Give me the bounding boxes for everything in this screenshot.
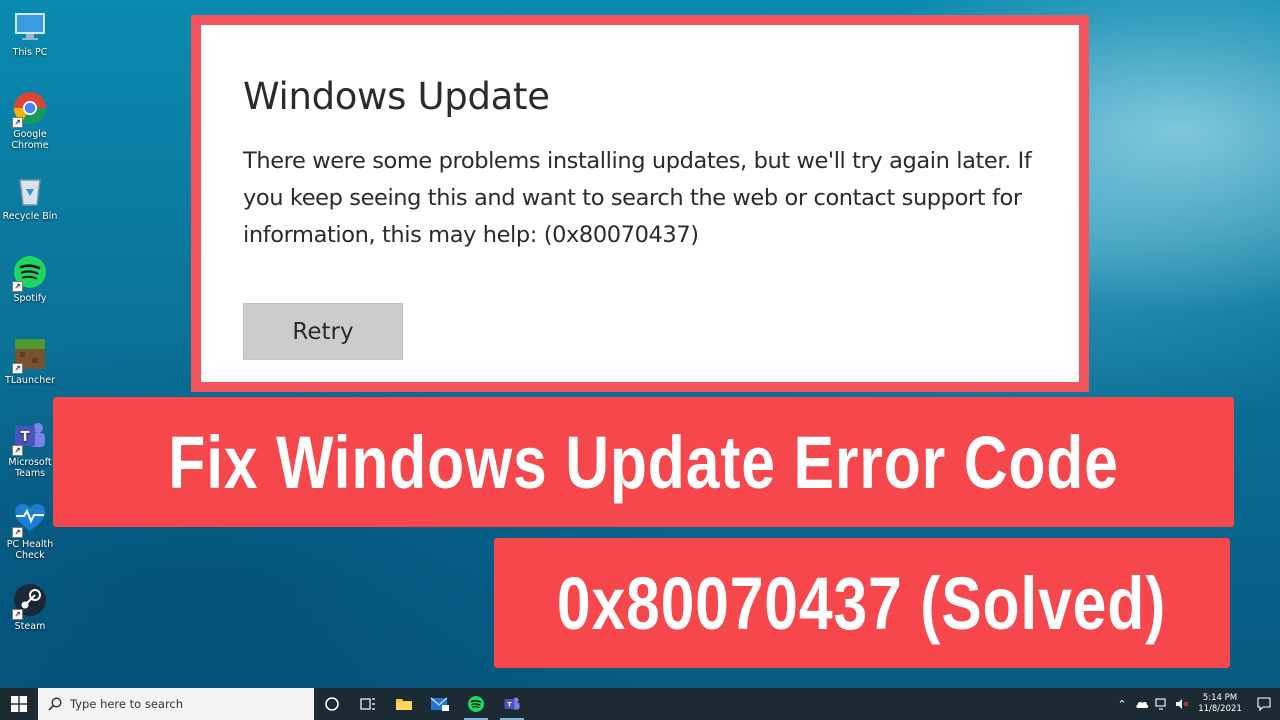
desktop-icon-teams[interactable]: T ↗ Microsoft Teams [0, 418, 60, 479]
show-hidden-icons-button[interactable]: ⌃ [1112, 688, 1132, 720]
desktop-icon-label: Recycle Bin [2, 211, 58, 222]
desktop-icon-pc-health-check[interactable]: ↗ PC Health Check [0, 500, 60, 561]
desktop-icon-label: This PC [12, 47, 48, 58]
desktop-icon-label: Steam [14, 621, 46, 632]
cortana-icon [325, 697, 339, 711]
shortcut-arrow-icon: ↗ [12, 445, 23, 456]
title-banner-text: 0x80070437 (Solved) [557, 561, 1167, 645]
taskbar-search-box[interactable]: Type here to search [38, 688, 314, 720]
cloud-icon [1136, 701, 1149, 708]
teams-icon: T ↗ [12, 418, 48, 456]
pc-health-check-icon: ↗ [12, 500, 48, 538]
desktop-icon-steam[interactable]: ↗ Steam [0, 582, 60, 632]
svg-text:T: T [507, 701, 512, 709]
desktop-icon-chrome[interactable]: ↗ Google Chrome [0, 90, 60, 151]
shortcut-arrow-icon: ↗ [12, 363, 23, 374]
taskbar: Type here to search T ⌃ 5:14 PM 11/8/202… [0, 688, 1280, 720]
windows-logo-icon [11, 696, 27, 712]
dialog-message: There were some problems installing upda… [243, 148, 1032, 248]
clock-date: 11/8/2021 [1198, 704, 1242, 714]
chevron-up-icon: ⌃ [1117, 697, 1127, 711]
title-banner-text: Fix Windows Update Error Code [168, 420, 1119, 504]
shortcut-arrow-icon: ↗ [12, 117, 23, 128]
svg-text:T: T [21, 430, 30, 445]
volume-tray-button[interactable] [1172, 688, 1192, 720]
desktop-icon-label: Microsoft Teams [8, 457, 52, 479]
mail-button[interactable] [422, 688, 458, 720]
desktop-icon-spotify[interactable]: ↗ Spotify [0, 254, 60, 304]
task-view-button[interactable] [350, 688, 386, 720]
recycle-bin-icon [12, 172, 48, 208]
system-tray: ⌃ 5:14 PM 11/8/2021 [1112, 688, 1280, 720]
desktop-icon-label: Spotify [13, 293, 47, 304]
action-center-button[interactable] [1248, 688, 1280, 720]
start-button[interactable] [0, 688, 38, 720]
network-icon [1155, 698, 1166, 710]
taskbar-clock[interactable]: 5:14 PM 11/8/2021 [1192, 693, 1248, 715]
file-explorer-button[interactable] [386, 688, 422, 720]
chrome-icon: ↗ [12, 90, 48, 128]
cortana-button[interactable] [314, 688, 350, 720]
shortcut-arrow-icon: ↗ [12, 609, 23, 620]
tlauncher-icon: ↗ [12, 336, 48, 374]
desktop-icon-tlauncher[interactable]: ↗ TLauncher [0, 336, 60, 386]
mail-icon [430, 697, 449, 711]
desktop-icon-label: Google Chrome [11, 129, 49, 151]
title-banner-line-2: 0x80070437 (Solved) [494, 538, 1230, 668]
desktop-icon-label: TLauncher [5, 375, 55, 386]
retry-button[interactable]: Retry [243, 303, 403, 360]
task-view-icon [360, 698, 375, 710]
this-pc-icon [12, 8, 48, 44]
desktop-icon-label: PC Health Check [6, 539, 54, 561]
search-placeholder: Type here to search [70, 697, 184, 711]
desktop-icon-this-pc[interactable]: This PC [0, 8, 60, 58]
shortcut-arrow-icon: ↗ [12, 281, 23, 292]
steam-icon: ↗ [12, 582, 48, 620]
windows-update-dialog: Windows Update There were some problems … [201, 25, 1079, 382]
volume-muted-icon [1176, 699, 1189, 709]
spotify-taskbar-button[interactable] [458, 688, 494, 720]
search-icon [48, 697, 62, 711]
desktop-icon-recycle-bin[interactable]: Recycle Bin [0, 172, 60, 222]
clock-time: 5:14 PM [1202, 693, 1238, 703]
teams-taskbar-button[interactable]: T [494, 688, 530, 720]
network-tray-button[interactable] [1152, 688, 1172, 720]
spotify-icon: ↗ [12, 254, 48, 292]
title-banner-line-1: Fix Windows Update Error Code [53, 397, 1234, 527]
file-explorer-icon [396, 699, 412, 710]
notification-icon [1257, 697, 1271, 711]
shortcut-arrow-icon: ↗ [12, 527, 23, 538]
teams-icon: T [504, 697, 520, 710]
onedrive-tray-button[interactable] [1132, 688, 1152, 720]
spotify-icon [468, 696, 484, 712]
dialog-highlight-frame: Windows Update There were some problems … [191, 15, 1089, 392]
dialog-title: Windows Update [243, 75, 550, 118]
